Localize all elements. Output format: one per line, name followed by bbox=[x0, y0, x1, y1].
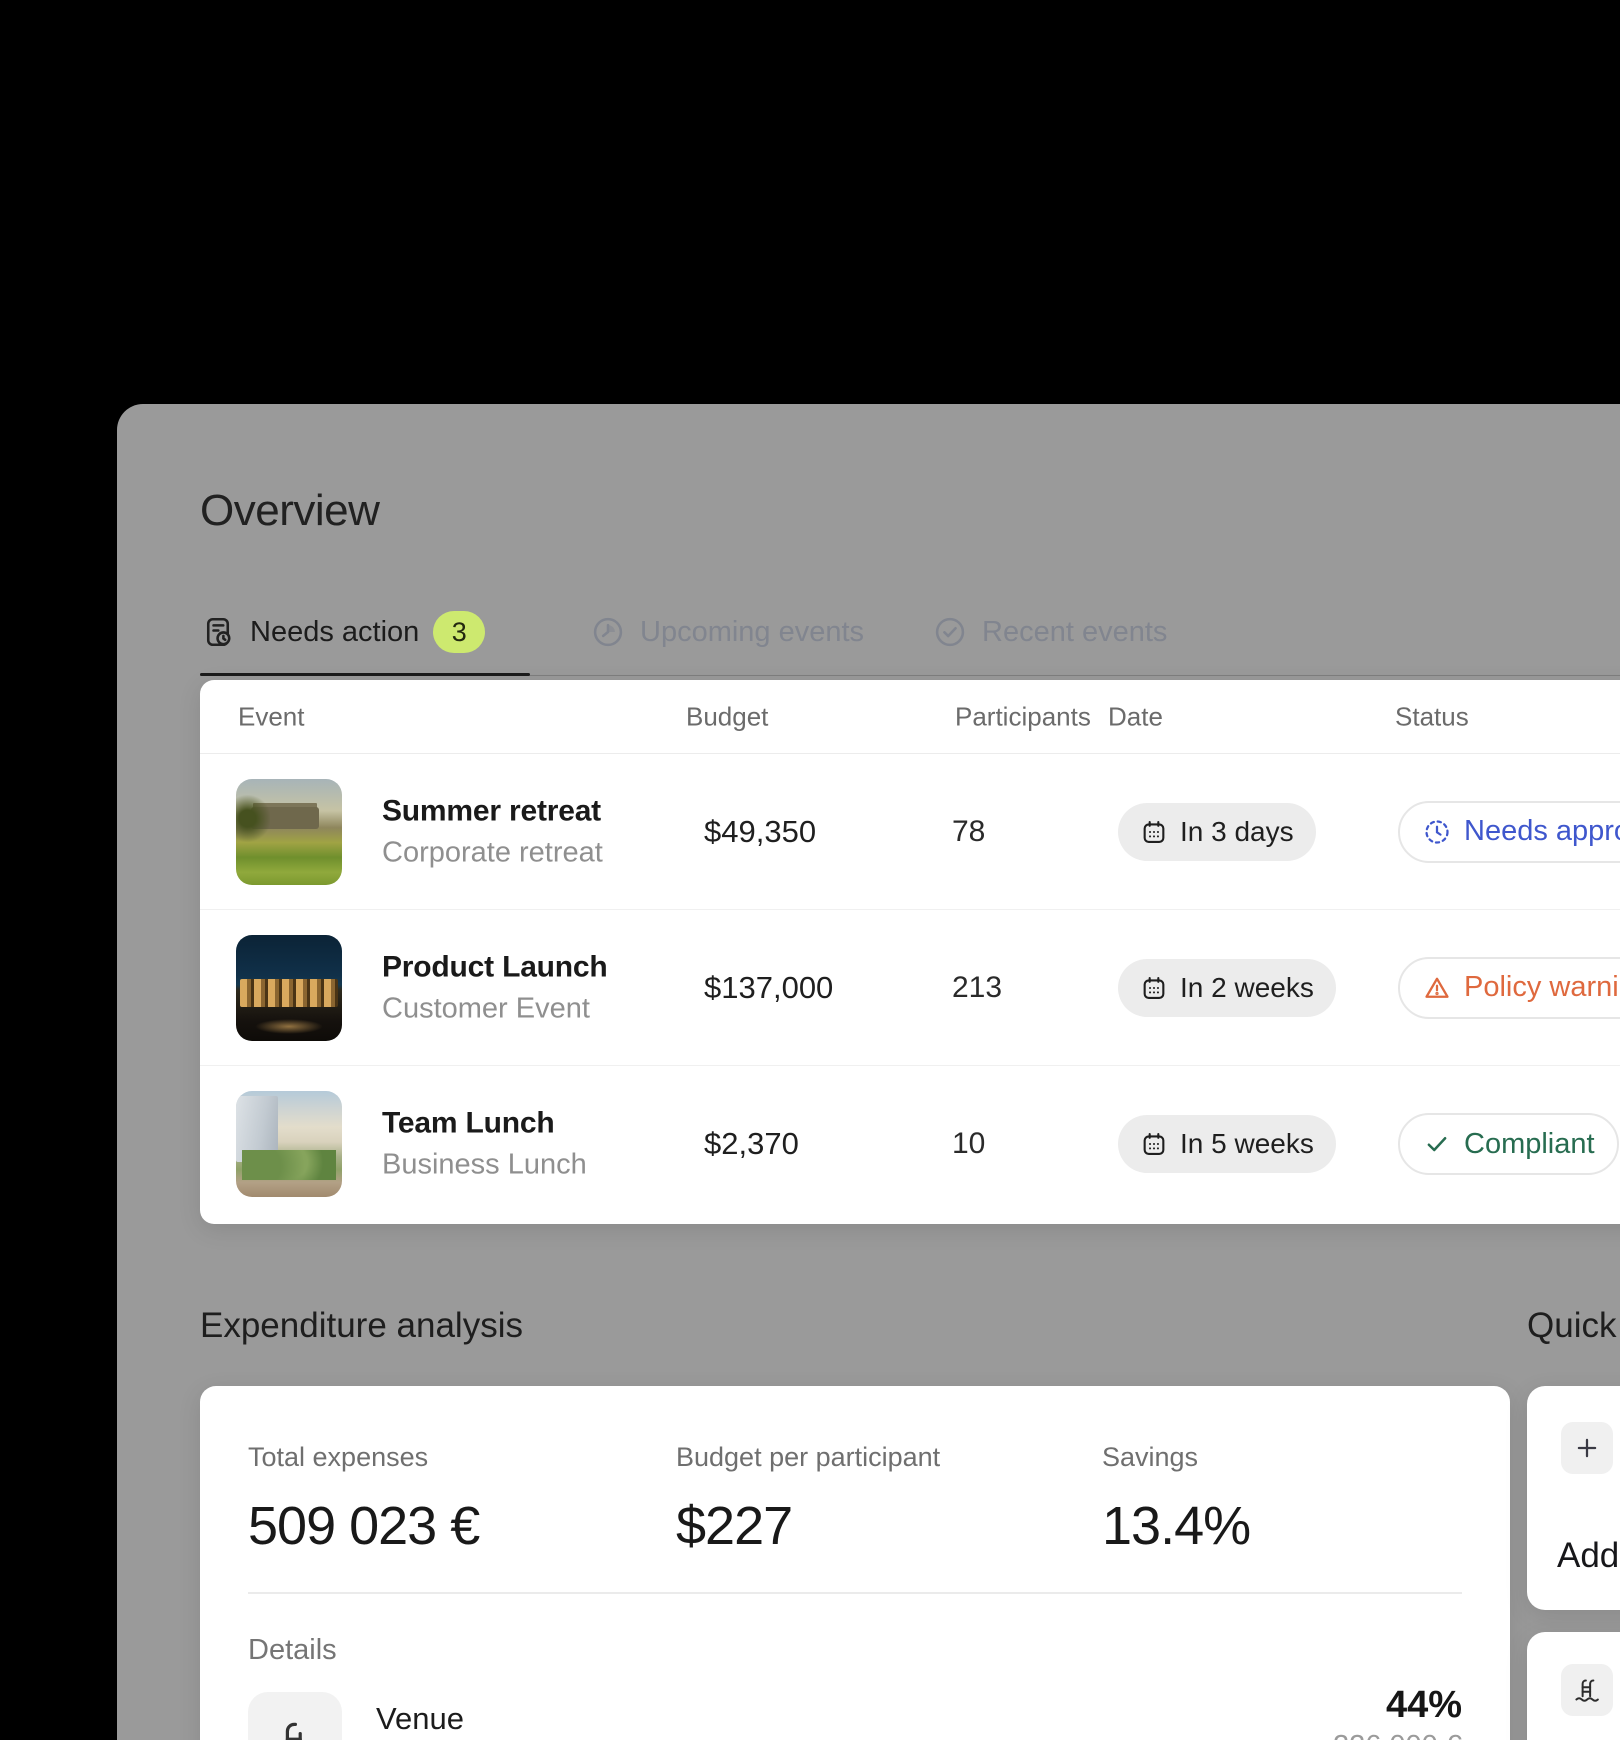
stat-budget-per-participant: Budget per participant $227 bbox=[676, 1442, 940, 1557]
stat-value: $227 bbox=[676, 1495, 940, 1557]
date-chip: In 3 days bbox=[1118, 803, 1316, 861]
table-header: Event Budget Participants Date Status bbox=[200, 680, 1620, 754]
event-thumbnail bbox=[236, 935, 342, 1041]
expenditure-heading: Expenditure analysis bbox=[200, 1306, 523, 1346]
budget-cell: $2,370 bbox=[704, 1126, 799, 1162]
column-header-participants: Participants bbox=[955, 701, 1091, 732]
plus-icon bbox=[1572, 1433, 1602, 1463]
overview-panel: Overview Needs action 3 bbox=[117, 404, 1620, 1740]
quick-action-card[interactable] bbox=[1527, 1632, 1620, 1740]
event-title: Product Launch bbox=[382, 950, 608, 984]
status-badge-compliant: Compliant bbox=[1398, 1113, 1619, 1175]
screen: Overview Needs action 3 bbox=[0, 0, 1620, 1740]
tab-label: Needs action bbox=[250, 616, 419, 649]
history-clock-icon bbox=[590, 614, 626, 650]
needs-action-count-badge: 3 bbox=[433, 611, 485, 653]
check-icon bbox=[1422, 1129, 1452, 1159]
event-subtitle: Corporate retreat bbox=[382, 836, 603, 869]
participants-cell: 10 bbox=[952, 1127, 985, 1161]
calendar-icon bbox=[1140, 1130, 1168, 1158]
event-thumbnail bbox=[236, 779, 342, 885]
quick-action-label: Add event bbox=[1557, 1536, 1620, 1576]
event-thumbnail bbox=[236, 1091, 342, 1197]
stat-value: 13.4% bbox=[1102, 1495, 1250, 1557]
table-row-team-lunch[interactable]: Team Lunch Business Lunch $2,370 10 In bbox=[200, 1066, 1620, 1222]
calendar-icon bbox=[1140, 974, 1168, 1002]
venue-icon bbox=[271, 1714, 319, 1740]
event-subtitle: Business Lunch bbox=[382, 1149, 587, 1182]
details-label: Details bbox=[248, 1634, 337, 1667]
event-name-cell: Summer retreat Corporate retreat bbox=[382, 794, 603, 869]
participants-cell: 213 bbox=[952, 971, 1002, 1005]
stat-value: 509 023 € bbox=[248, 1495, 479, 1557]
calendar-icon bbox=[1140, 818, 1168, 846]
event-title: Summer retreat bbox=[382, 794, 603, 828]
document-clock-icon bbox=[200, 614, 236, 650]
plus-icon-box bbox=[1561, 1422, 1613, 1474]
column-header-date: Date bbox=[1108, 701, 1163, 732]
tab-label: Recent events bbox=[982, 616, 1167, 649]
tab-upcoming-events[interactable]: Upcoming events bbox=[590, 608, 864, 656]
event-name-cell: Product Launch Customer Event bbox=[382, 950, 608, 1025]
budget-cell: $137,000 bbox=[704, 970, 833, 1006]
column-header-status: Status bbox=[1395, 701, 1469, 732]
column-header-budget: Budget bbox=[686, 701, 768, 732]
warning-triangle-icon bbox=[1422, 973, 1452, 1003]
stat-total-expenses: Total expenses 509 023 € bbox=[248, 1442, 479, 1557]
date-text: In 5 weeks bbox=[1180, 1128, 1314, 1160]
status-text: Needs approval bbox=[1464, 815, 1620, 848]
pool-ladder-icon bbox=[1572, 1675, 1602, 1705]
status-badge-policy-warning: Policy warning bbox=[1398, 957, 1620, 1019]
column-header-event: Event bbox=[238, 701, 305, 732]
detail-item-name: Venue bbox=[376, 1701, 464, 1737]
active-tab-underline bbox=[200, 673, 530, 676]
stat-label: Budget per participant bbox=[676, 1442, 940, 1473]
participants-cell: 78 bbox=[952, 815, 985, 849]
event-subtitle: Customer Event bbox=[382, 992, 608, 1025]
event-name-cell: Team Lunch Business Lunch bbox=[382, 1107, 587, 1182]
expenditure-card: Total expenses 509 023 € Budget per part… bbox=[200, 1386, 1510, 1740]
stat-label: Total expenses bbox=[248, 1442, 479, 1473]
date-text: In 3 days bbox=[1180, 816, 1294, 848]
table-row-product-launch[interactable]: Product Launch Customer Event $137,000 2… bbox=[200, 910, 1620, 1066]
quick-actions-heading: Quick actions bbox=[1527, 1306, 1620, 1346]
tab-recent-events[interactable]: Recent events bbox=[932, 608, 1167, 656]
stat-savings: Savings 13.4% bbox=[1102, 1442, 1250, 1557]
status-badge-needs-approval: Needs approval bbox=[1398, 801, 1620, 863]
event-title: Team Lunch bbox=[382, 1107, 587, 1141]
events-table: Event Budget Participants Date Status Su… bbox=[200, 680, 1620, 1224]
status-text: Policy warning bbox=[1464, 971, 1620, 1004]
pending-clock-icon bbox=[1422, 817, 1452, 847]
quick-action-add-event[interactable]: Add event bbox=[1527, 1386, 1620, 1610]
date-chip: In 5 weeks bbox=[1118, 1115, 1336, 1173]
date-chip: In 2 weeks bbox=[1118, 959, 1336, 1017]
budget-cell: $49,350 bbox=[704, 814, 816, 850]
page-title: Overview bbox=[200, 486, 379, 536]
date-text: In 2 weeks bbox=[1180, 972, 1314, 1004]
table-row-summer-retreat[interactable]: Summer retreat Corporate retreat $49,350… bbox=[200, 754, 1620, 910]
venue-icon-box bbox=[248, 1692, 342, 1740]
tab-needs-action[interactable]: Needs action 3 bbox=[200, 608, 485, 656]
status-text: Compliant bbox=[1464, 1128, 1595, 1161]
divider bbox=[248, 1592, 1462, 1594]
stat-label: Savings bbox=[1102, 1442, 1250, 1473]
detail-item-percent: 44% bbox=[1386, 1684, 1462, 1727]
tab-label: Upcoming events bbox=[640, 616, 864, 649]
check-circle-icon bbox=[932, 614, 968, 650]
detail-item-amount: 226 000 € bbox=[1333, 1730, 1462, 1740]
pool-ladder-icon-box bbox=[1561, 1664, 1613, 1716]
